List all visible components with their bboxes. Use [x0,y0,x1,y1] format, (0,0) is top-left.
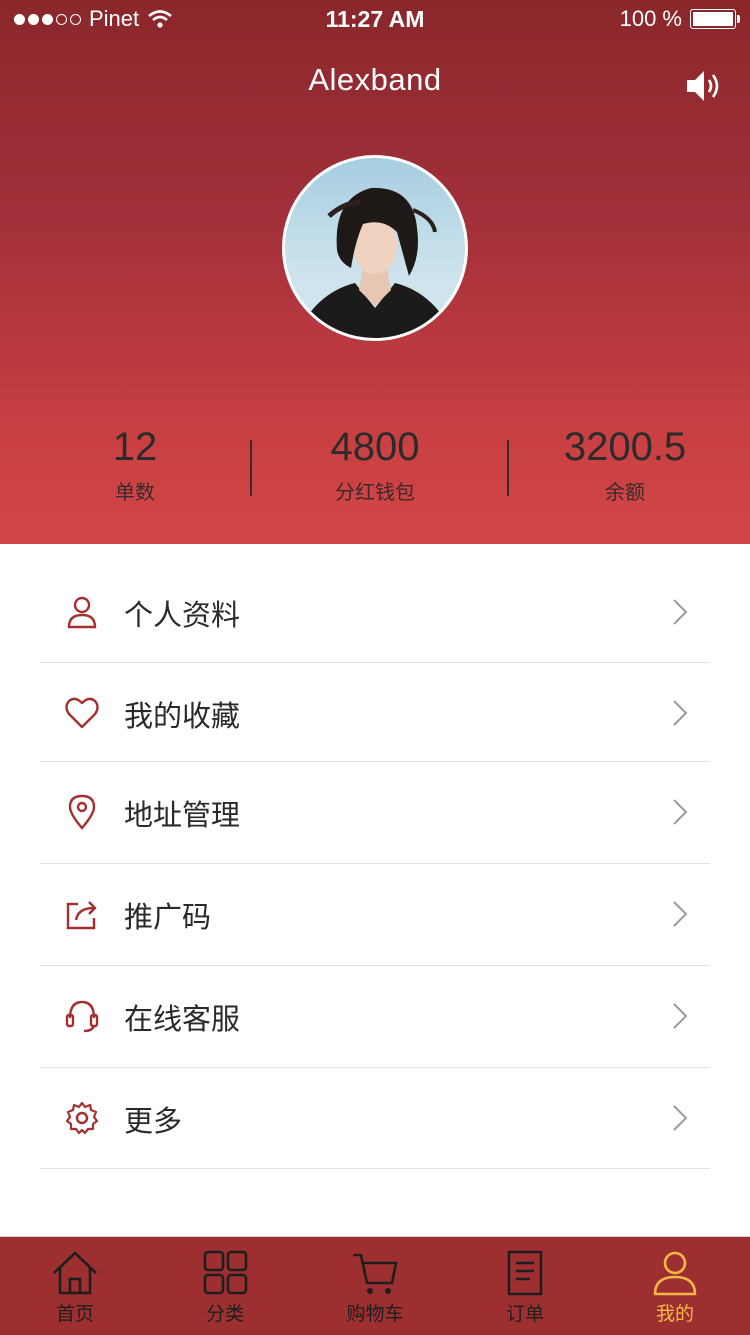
menu-item-address[interactable]: 地址管理 [40,762,710,864]
menu-item-profile[interactable]: 个人资料 [40,562,710,663]
stats-row: 12 单数 4800 分红钱包 3200.5 余额 [0,420,750,510]
stat-balance[interactable]: 3200.5 余额 [540,420,710,505]
stat-orders[interactable]: 12 单数 [60,420,210,505]
tab-home[interactable]: 首页 [0,1237,150,1335]
avatar-photo [295,187,455,338]
stat-label: 单数 [115,482,155,504]
menu-label: 推广码 [124,902,212,934]
chevron-right-icon [673,1003,688,1029]
chevron-right-icon [673,700,688,726]
tab-label: 分类 [205,1304,244,1325]
share-icon [66,901,97,930]
heart-icon [65,697,99,729]
battery-icon [690,9,740,29]
menu-label: 地址管理 [124,800,241,832]
chevron-right-icon [673,599,688,625]
stat-value: 12 [112,425,158,469]
stat-label: 余额 [605,482,645,504]
tab-label: 首页 [55,1304,94,1325]
tab-category[interactable]: 分类 [150,1237,300,1335]
menu-label: 在线客服 [124,1004,241,1036]
stat-dividend-wallet[interactable]: 4800 分红钱包 [290,420,460,505]
stat-divider [250,440,252,496]
gear-icon [65,1101,99,1135]
tab-bar: 首页 分类 购物车 订单 我的 [0,1236,750,1335]
battery-info: 100 % [619,6,740,32]
menu-label: 更多 [124,1106,183,1138]
headset-icon [65,1000,99,1033]
speaker-icon[interactable] [684,66,726,106]
tab-label: 我的 [655,1304,694,1325]
tab-label: 订单 [505,1304,544,1325]
home-icon [53,1251,97,1295]
chevron-right-icon [673,799,688,825]
location-pin-icon [68,794,96,830]
chevron-right-icon [673,1105,688,1131]
menu-label: 我的收藏 [124,701,241,733]
order-icon [507,1250,543,1296]
user-icon [653,1251,697,1296]
menu-item-customer-service[interactable]: 在线客服 [40,966,710,1068]
tab-orders[interactable]: 订单 [450,1237,600,1335]
tab-label: 购物车 [346,1304,404,1325]
page-title: Alexband [308,62,442,97]
avatar[interactable] [282,155,468,341]
tab-cart[interactable]: 购物车 [300,1237,450,1335]
menu-item-favorites[interactable]: 我的收藏 [40,663,710,762]
battery-percent: 100 % [619,6,682,31]
profile-menu: 个人资料 我的收藏 地址管理 推广码 在线客服 更多 [40,562,710,1169]
stat-divider [507,440,509,496]
stat-value: 3200.5 [563,425,687,469]
menu-item-promo-code[interactable]: 推广码 [40,864,710,966]
status-bar: Pinet 11:27 AM 100 % [0,0,750,40]
profile-header: Pinet 11:27 AM 100 % Alexband 12 单数 4800… [0,0,750,544]
grid-icon [203,1250,248,1295]
menu-label: 个人资料 [124,600,241,632]
tab-mine[interactable]: 我的 [600,1237,750,1335]
chevron-right-icon [673,901,688,927]
stat-label: 分红钱包 [335,482,415,504]
cart-icon [353,1253,398,1294]
stat-value: 4800 [330,425,420,469]
person-icon [67,596,97,629]
menu-item-more[interactable]: 更多 [40,1068,710,1169]
